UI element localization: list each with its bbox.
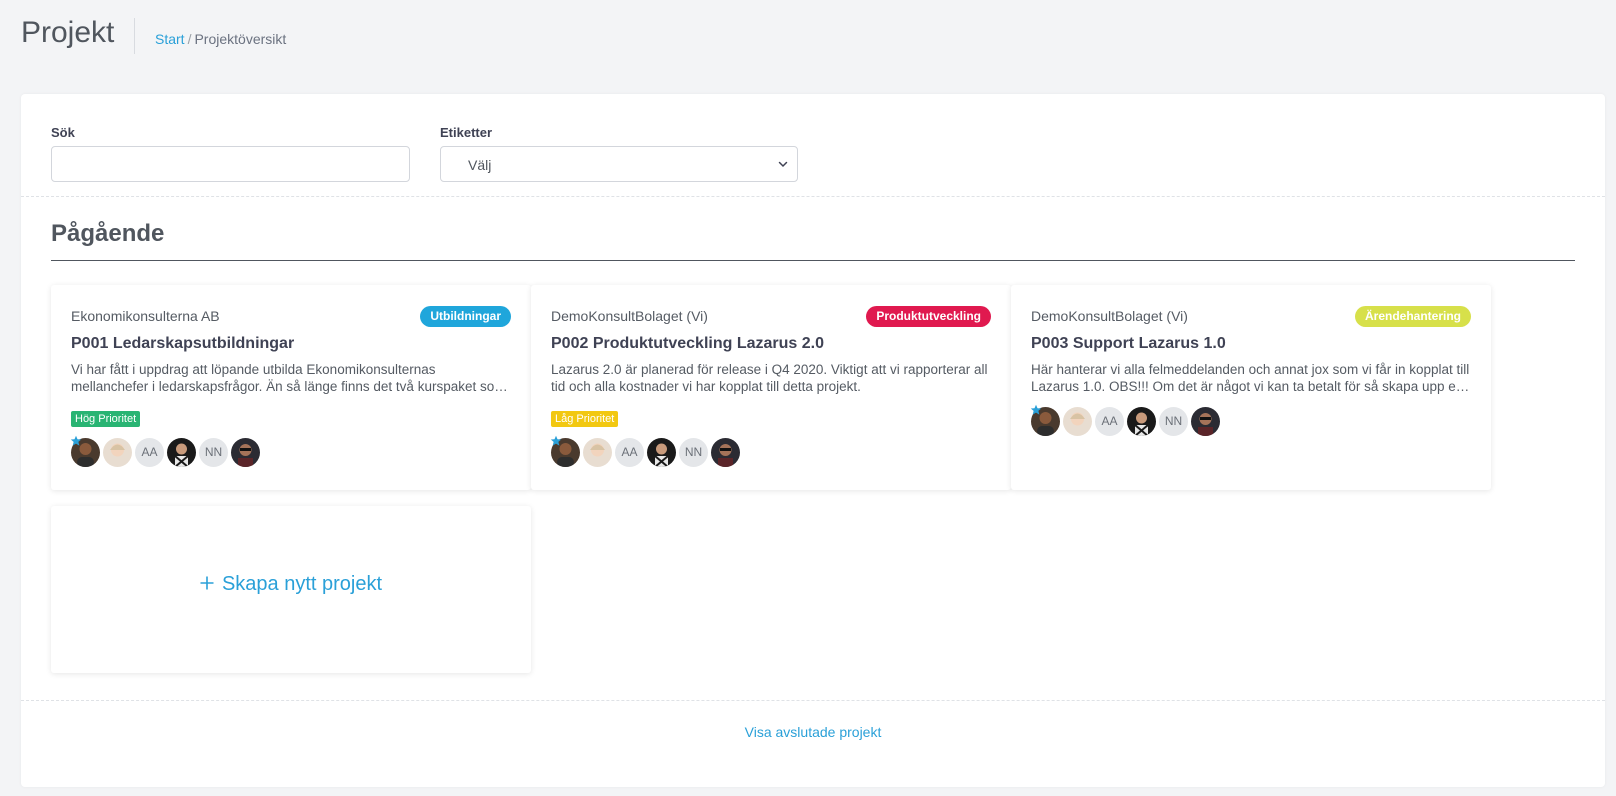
category-badge: Utbildningar (420, 306, 511, 327)
tags-label: Etiketter (440, 125, 493, 140)
card-title: P001 Ledarskapsutbildningar (71, 335, 295, 352)
tags-select-value: Välj (468, 157, 492, 173)
category-badge: Ärendehantering (1354, 306, 1471, 327)
breadcrumb-separator: / (187, 31, 192, 47)
avatar[interactable] (711, 438, 740, 467)
card-client: DemoKonsultBolaget (Vi) (1031, 308, 1188, 324)
priority-tag: Låg Prioritet (551, 411, 619, 427)
avatar[interactable] (583, 438, 612, 467)
card-description: Lazarus 2.0 är planerad för release i Q4… (551, 362, 988, 394)
avatar[interactable] (103, 438, 132, 467)
breadcrumb-home-link[interactable]: Start (155, 31, 185, 47)
card-title: P003 Support Lazarus 1.0 (1031, 335, 1226, 352)
project-card-p002[interactable]: DemoKonsultBolaget (Vi) Produktutvecklin… (531, 285, 1011, 490)
member-avatars: AA NN (1030, 404, 1223, 436)
avatar[interactable] (550, 435, 580, 467)
member-avatars: AA NN (550, 435, 743, 467)
avatar[interactable]: NN (679, 438, 708, 467)
filter-divider (21, 196, 1605, 197)
project-card-p001[interactable]: Ekonomikonsulterna AB Utbildningar P001 … (51, 285, 531, 490)
priority-tag: Hög Prioritet (71, 411, 141, 427)
member-avatars: AA NN (70, 435, 263, 467)
section-divider (51, 260, 1575, 261)
star-icon (1030, 404, 1042, 415)
card-client: Ekonomikonsulterna AB (71, 308, 220, 324)
star-icon (70, 435, 82, 446)
section-title: Pågående (51, 220, 165, 247)
card-title: P002 Produktutveckling Lazarus 2.0 (551, 335, 824, 352)
breadcrumb-current: Projektöversikt (194, 31, 287, 47)
avatar[interactable]: AA (1095, 407, 1124, 436)
card-client: DemoKonsultBolaget (Vi) (551, 308, 708, 324)
show-closed-projects-link[interactable]: Visa avslutade projekt (745, 724, 882, 740)
avatar[interactable]: NN (1159, 407, 1188, 436)
project-card-p003[interactable]: DemoKonsultBolaget (Vi) Ärendehantering … (1011, 285, 1491, 490)
avatar[interactable]: NN (199, 438, 228, 467)
create-project-button[interactable]: Skapa nytt projekt (51, 506, 531, 673)
header-divider (134, 18, 135, 54)
show-closed-projects-row: Visa avslutade projekt (21, 724, 1605, 740)
card-description: Här hanterar vi alla felmeddelanden och … (1031, 362, 1470, 394)
avatar[interactable]: AA (135, 438, 164, 467)
card-description: Vi har fått i uppdrag att löpande utbild… (71, 362, 506, 394)
page-title: Projekt (21, 16, 115, 49)
projects-panel: Sök Etiketter Välj Pågående Ekonomikonsu… (21, 94, 1605, 787)
search-label: Sök (51, 125, 75, 140)
plus-icon (200, 576, 214, 590)
avatar[interactable] (647, 438, 676, 467)
avatar[interactable] (231, 438, 260, 467)
category-badge: Produktutveckling (866, 306, 991, 327)
chevron-down-icon (778, 161, 788, 168)
avatar[interactable] (1191, 407, 1220, 436)
create-project-label: Skapa nytt projekt (51, 573, 531, 596)
create-project-text: Skapa nytt projekt (221, 573, 383, 595)
avatar[interactable] (70, 435, 100, 467)
avatar[interactable]: AA (615, 438, 644, 467)
avatar[interactable] (1127, 407, 1156, 436)
breadcrumb: Start / Projektöversikt (155, 31, 286, 47)
star-icon (550, 435, 562, 446)
tags-select[interactable]: Välj (440, 146, 798, 182)
search-input[interactable] (51, 146, 410, 182)
avatar[interactable] (167, 438, 196, 467)
page-header: Projekt Start / Projektöversikt (0, 0, 1616, 70)
footer-divider (21, 700, 1605, 701)
avatar[interactable] (1063, 407, 1092, 436)
avatar[interactable] (1030, 404, 1060, 436)
